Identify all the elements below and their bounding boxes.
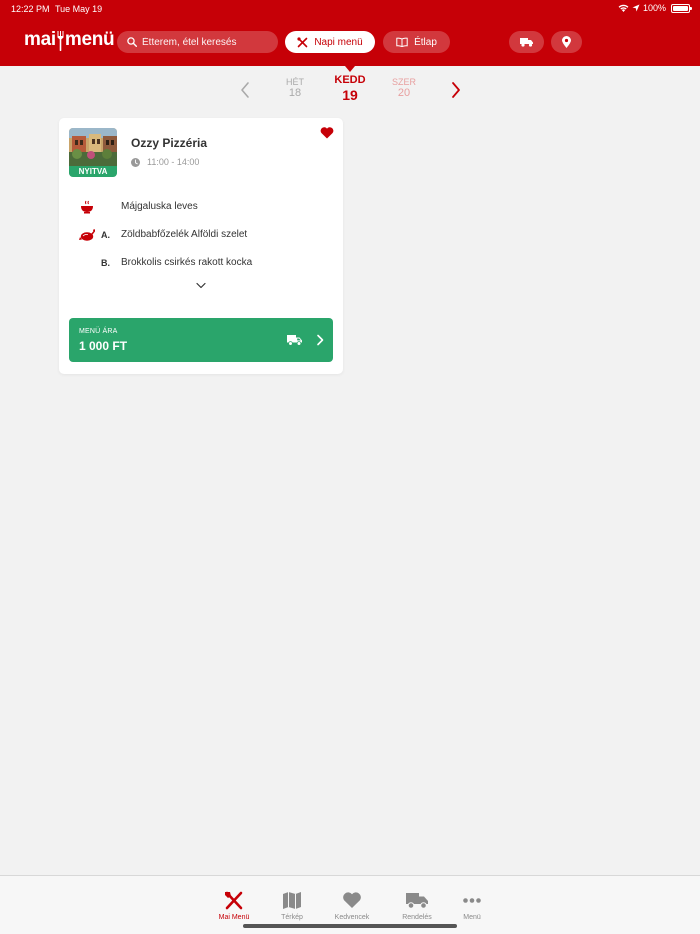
- chevron-down-icon[interactable]: [195, 281, 207, 290]
- opening-hours: 11:00 - 14:00: [131, 157, 199, 167]
- logo-text-menu: menü: [64, 29, 115, 50]
- day-number: 20: [397, 87, 411, 99]
- status-date: Tue May 19: [55, 4, 103, 14]
- truck-icon: [287, 335, 302, 346]
- day-name: HÉT: [286, 77, 304, 87]
- tab-label: Rendelés: [402, 914, 432, 921]
- chevron-left-icon[interactable]: [238, 81, 252, 99]
- status-bar: 12:22 PM Tue May 19 100%: [0, 0, 700, 18]
- truck-icon: [406, 893, 428, 909]
- tab-terkep[interactable]: Térkép: [267, 891, 317, 921]
- status-time: 12:22 PM: [11, 4, 50, 14]
- heart-icon: [343, 892, 361, 908]
- logo-text-mai: mai: [24, 29, 56, 50]
- tab-label: Menü: [463, 914, 481, 921]
- status-indicators: 100%: [618, 3, 692, 13]
- dish-name: Májgaluska leves: [121, 201, 198, 212]
- battery-icon: [671, 3, 692, 13]
- truck-icon: [520, 38, 533, 47]
- open-status-badge: NYITVA: [69, 166, 117, 177]
- menu-price-button[interactable]: MENÜ ÁRA 1 000 FT: [69, 318, 333, 362]
- day-number: 18: [288, 87, 302, 99]
- home-indicator[interactable]: [243, 924, 457, 928]
- tab-label: Térkép: [281, 914, 303, 921]
- logo-fork-icon: [57, 31, 64, 51]
- map-icon: [283, 892, 301, 909]
- clock-icon: [131, 157, 140, 167]
- day-name: KEDD: [334, 74, 366, 86]
- fork-knife-icon: [225, 891, 243, 910]
- dish-name: Zöldbabfőzelék Alföldi szelet: [121, 229, 248, 240]
- tab-label: Kedvencek: [334, 914, 370, 921]
- restaurant-name: Ozzy Pizzéria: [131, 136, 208, 150]
- battery-percent: 100%: [642, 3, 666, 13]
- favorite-heart-icon[interactable]: [320, 126, 334, 139]
- chevron-right-icon[interactable]: [449, 81, 463, 99]
- menu-dish: A. Zöldbabfőzelék Alföldi szelet: [59, 228, 343, 244]
- location-pin-icon: [562, 36, 571, 48]
- tab-kedvencek[interactable]: Kedvencek: [327, 891, 377, 921]
- search-input[interactable]: [142, 36, 272, 48]
- napi-menu-label: Napi menü: [314, 36, 363, 48]
- tab-mai-menu[interactable]: Mai Menü: [209, 891, 259, 921]
- hours-text: 11:00 - 14:00: [147, 157, 200, 167]
- search-icon: [127, 37, 137, 47]
- napi-menu-button[interactable]: Napi menü: [285, 31, 375, 53]
- day-selector: HÉT 18 KEDD 19 SZER 20: [0, 66, 700, 108]
- etlap-button[interactable]: Étlap: [383, 31, 450, 53]
- day-name: SZER: [391, 77, 416, 87]
- more-dots-icon: [463, 898, 481, 903]
- location-arrow-icon: [632, 4, 640, 12]
- price-value: 1 000 FT: [79, 339, 128, 353]
- tab-rendeles[interactable]: Rendelés: [392, 891, 442, 921]
- delivery-button[interactable]: [509, 31, 544, 53]
- day-number: 19: [342, 87, 358, 103]
- menu-dish: B. Brokkolis csirkés rakott kocka: [59, 256, 343, 272]
- menu-dish: Májgaluska leves: [59, 200, 343, 216]
- current-day-caret: [345, 66, 355, 72]
- dish-name: Brokkolis csirkés rakott kocka: [121, 257, 253, 268]
- search-bar[interactable]: [117, 31, 278, 53]
- price-label: MENÜ ÁRA: [79, 328, 118, 335]
- restaurant-card[interactable]: NYITVA Ozzy Pizzéria 11:00 - 14:00 Májga…: [59, 118, 343, 374]
- app-logo: mai menü: [24, 29, 115, 51]
- roast-chicken-icon: [79, 229, 95, 241]
- fork-knife-icon: [297, 36, 308, 47]
- day-current[interactable]: KEDD 19: [328, 74, 372, 103]
- dish-letter: B.: [101, 258, 110, 268]
- day-next[interactable]: SZER 20: [384, 77, 424, 99]
- tab-menu[interactable]: Menü: [447, 891, 497, 921]
- dish-letter: A.: [101, 230, 110, 240]
- chevron-right-icon: [317, 334, 324, 346]
- wifi-icon: [618, 4, 629, 12]
- tab-label: Mai Menü: [218, 914, 250, 921]
- etlap-label: Étlap: [414, 36, 437, 48]
- book-icon: [396, 37, 408, 47]
- soup-bowl-icon: [81, 200, 93, 214]
- location-button[interactable]: [551, 31, 582, 53]
- day-previous[interactable]: HÉT 18: [275, 77, 315, 99]
- app-header: 12:22 PM Tue May 19 100% mai menü Éttere…: [0, 0, 700, 66]
